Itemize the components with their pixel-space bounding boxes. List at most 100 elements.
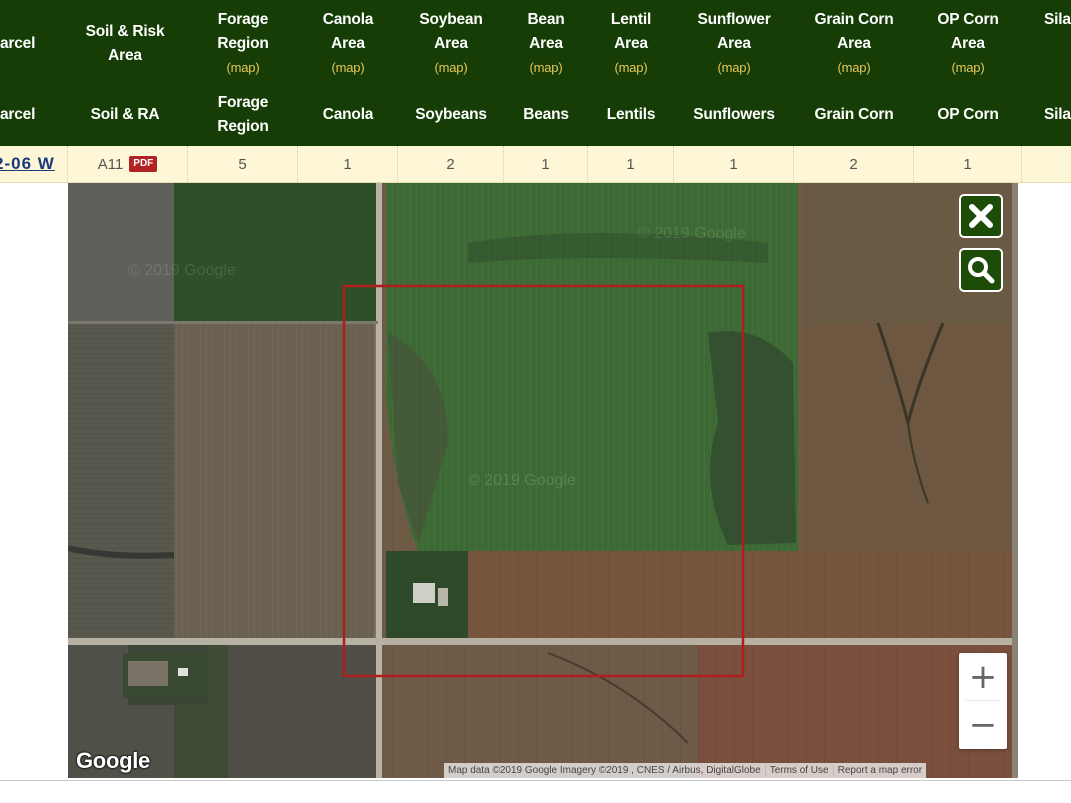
sunflower-map-link[interactable]: (map) <box>718 56 751 80</box>
header-label: OP Corn <box>937 11 999 28</box>
header-label: Area <box>434 35 468 52</box>
header-label: Grain Corn <box>814 11 894 28</box>
google-logo: Google <box>76 748 150 773</box>
soybeans-cell: 2 <box>398 146 504 182</box>
header-label: Area <box>837 35 871 52</box>
canola-cell: 1 <box>298 146 398 182</box>
header-label: Soybeans <box>415 106 487 123</box>
header-label: Region <box>217 118 269 135</box>
header-label: arcel <box>0 106 36 123</box>
header-label: Lentil <box>610 11 652 28</box>
parcel-link[interactable]: 2-06 W <box>0 154 55 174</box>
soil-value: A11 <box>97 155 124 173</box>
header2-parcel: arcel <box>0 88 44 142</box>
header-label: Soybean <box>419 11 483 28</box>
op-corn-value: 1 <box>963 155 972 173</box>
header2-op-corn: OP Corn <box>914 88 1022 142</box>
header-label: Canola <box>322 11 374 28</box>
header2-soil-ra: Soil & RA <box>68 88 182 142</box>
header-soil-risk-area: Soil & Risk Area <box>68 0 182 88</box>
grain-corn-value: 2 <box>849 155 858 173</box>
pdf-icon[interactable]: PDF <box>129 156 158 172</box>
header-label: Grain Corn <box>814 106 894 123</box>
canola-value: 1 <box>343 155 352 173</box>
map-imagery[interactable]: © 2019 Google © 2019 Google © 2019 Googl… <box>68 183 1018 778</box>
header-label: Lentils <box>606 106 656 123</box>
forage-value: 5 <box>238 155 247 173</box>
table-header: arcel Soil & Risk Area Forage Region (ma… <box>0 0 1071 146</box>
header2-soybeans: Soybeans <box>398 88 504 142</box>
header-silage: Sila <box>1044 0 1071 40</box>
header-label: Area <box>951 35 985 52</box>
bean-map-link[interactable]: (map) <box>530 56 563 80</box>
header-label: Area <box>331 35 365 52</box>
search-map-button[interactable] <box>959 248 1003 292</box>
search-icon <box>968 257 995 284</box>
report-map-error-link[interactable]: Report a map error <box>832 765 926 776</box>
lentils-cell: 1 <box>588 146 674 182</box>
op-corn-cell: 1 <box>914 146 1022 182</box>
table-row: 2-06 W A11 PDF 5 1 2 1 1 1 2 1 <box>0 146 1071 183</box>
header-label: Soil & RA <box>90 106 160 123</box>
header-label: Canola <box>322 106 374 123</box>
header-forage-region: Forage Region (map) <box>188 0 298 88</box>
header2-beans: Beans <box>504 88 588 142</box>
header-label: Sunflowers <box>693 106 775 123</box>
header2-silage: Sila <box>1044 88 1071 142</box>
header-label: Area <box>108 47 142 64</box>
zoom-out-button[interactable]: − <box>959 701 1007 748</box>
header-bean-area: Bean Area (map) <box>504 0 588 88</box>
header2-canola: Canola <box>298 88 398 142</box>
header-label: Area <box>717 35 751 52</box>
header-op-corn-area: OP Corn Area (map) <box>914 0 1022 88</box>
watermark: © 2019 Google <box>128 262 236 279</box>
header-label: Sunflower <box>697 11 771 28</box>
header-label: Forage <box>217 94 269 111</box>
soybean-map-link[interactable]: (map) <box>435 56 468 80</box>
beans-value: 1 <box>541 155 550 173</box>
forage-map-link[interactable]: (map) <box>227 56 260 80</box>
close-map-button[interactable] <box>959 194 1003 238</box>
parcel-cell: 2-06 W <box>0 146 68 182</box>
header-label: Soil & Risk <box>85 23 165 40</box>
attribution-text: Map data ©2019 Google Imagery ©2019 , CN… <box>448 765 761 776</box>
grain-corn-cell: 2 <box>794 146 914 182</box>
watermark: © 2019 Google <box>638 225 746 242</box>
header-soybean-area: Soybean Area (map) <box>398 0 504 88</box>
soil-cell: A11 PDF <box>68 146 188 182</box>
grain-corn-map-link[interactable]: (map) <box>838 56 871 80</box>
zoom-controls: + − <box>959 653 1007 749</box>
canola-map-link[interactable]: (map) <box>332 56 365 80</box>
op-corn-map-link[interactable]: (map) <box>952 56 985 80</box>
header-parcel: arcel <box>0 0 44 88</box>
close-icon <box>969 204 993 228</box>
lentil-map-link[interactable]: (map) <box>615 56 648 80</box>
soybeans-value: 2 <box>446 155 455 173</box>
header-label: Forage <box>217 11 269 28</box>
header-parcel-label: arcel <box>0 35 36 52</box>
header-sunflower-area: Sunflower Area (map) <box>674 0 794 88</box>
map-attribution: Map data ©2019 Google Imagery ©2019 , CN… <box>444 763 927 778</box>
header-label: Bean <box>527 11 565 28</box>
beans-cell: 1 <box>504 146 588 182</box>
header-label: Sila <box>1044 106 1071 123</box>
header-label: Region <box>217 35 269 52</box>
header-label: Sila <box>1044 11 1071 28</box>
watermark: © 2019 Google <box>468 472 576 489</box>
header-label: Area <box>529 35 563 52</box>
zoom-in-button[interactable]: + <box>959 653 1007 700</box>
terms-of-use-link[interactable]: Terms of Use <box>764 765 833 776</box>
header2-sunflowers: Sunflowers <box>674 88 794 142</box>
header-label: OP Corn <box>937 106 999 123</box>
header-lentil-area: Lentil Area (map) <box>588 0 674 88</box>
satellite-map[interactable]: © 2019 Google © 2019 Google © 2019 Googl… <box>68 183 1018 778</box>
forage-cell: 5 <box>188 146 298 182</box>
header-label: Beans <box>523 106 569 123</box>
header-grain-corn-area: Grain Corn Area (map) <box>794 0 914 88</box>
silage-cell <box>1022 146 1071 182</box>
header-label: Area <box>614 35 648 52</box>
header2-forage-region: Forage Region <box>188 88 298 142</box>
header-canola-area: Canola Area (map) <box>298 0 398 88</box>
divider <box>0 780 1071 781</box>
sunflowers-cell: 1 <box>674 146 794 182</box>
